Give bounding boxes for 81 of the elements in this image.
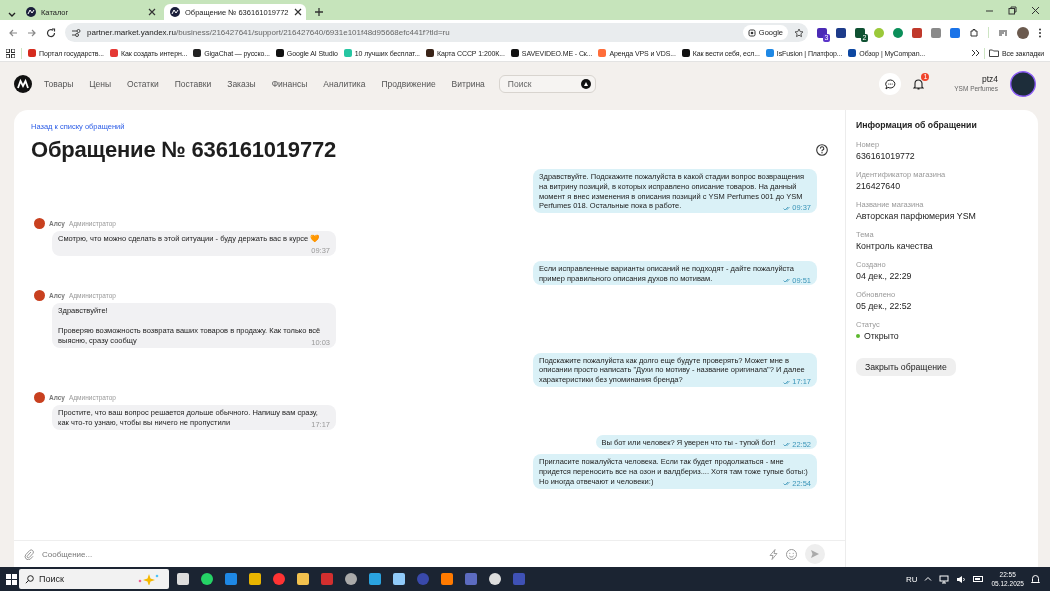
info-heading: Информация об обращении [856, 120, 978, 130]
avatar-icon [34, 218, 45, 230]
user-name: ptz4 [980, 75, 998, 86]
help-icon[interactable] [816, 144, 828, 156]
nav-link[interactable]: Витрина [451, 79, 485, 89]
field-value: 04 дек., 22:29 [856, 271, 913, 281]
bookmark-star-icon[interactable] [794, 27, 804, 38]
network-icon[interactable] [939, 574, 950, 584]
nav-link[interactable]: Товары [44, 79, 74, 89]
reload-icon[interactable] [46, 27, 56, 38]
folder-icon [988, 49, 999, 57]
notifications-bell-icon[interactable] [1031, 574, 1040, 584]
favicon-icon [425, 49, 434, 57]
tray-chevron-icon[interactable] [924, 575, 933, 583]
ticket-title: Обращение № 636161019772 [31, 137, 336, 163]
nav-link[interactable]: Аналитика [323, 79, 366, 89]
field-value: 216427640 [856, 181, 902, 191]
volume-icon[interactable] [956, 574, 967, 584]
nav-link[interactable]: Поставки [174, 79, 212, 89]
favicon-icon [343, 49, 352, 57]
user-avatar-icon[interactable] [1010, 71, 1036, 97]
app-icon[interactable] [201, 573, 213, 585]
paperclip-icon[interactable] [24, 548, 34, 560]
favicon-icon [681, 49, 690, 57]
send-arrow-icon [810, 549, 820, 559]
close-icon[interactable] [148, 8, 156, 16]
favicon-icon [28, 49, 36, 57]
chat-button[interactable] [879, 73, 902, 95]
taskbar-search-field[interactable]: Поиск [19, 569, 169, 589]
battery-icon[interactable] [973, 575, 985, 583]
extension-icon[interactable] [817, 27, 827, 38]
status-value: Открыто [864, 331, 899, 341]
extension-icon[interactable] [836, 27, 846, 38]
favicon-icon [765, 49, 774, 57]
favicon-icon [193, 49, 202, 57]
avatar-icon [34, 391, 45, 403]
new-tab-icon[interactable] [314, 7, 324, 17]
site-settings-icon[interactable] [71, 27, 81, 38]
close-icon[interactable] [293, 8, 302, 16]
apps-grid-icon[interactable] [6, 48, 15, 58]
nav-link[interactable]: Остатки [127, 79, 159, 89]
restore-icon[interactable] [1008, 5, 1017, 15]
nav-link[interactable]: Цены [89, 79, 112, 89]
more-chevrons-icon[interactable] [970, 49, 980, 57]
field-value: 05 дек., 22:52 [856, 301, 913, 311]
windows-logo-icon[interactable] [6, 573, 17, 585]
app-icon[interactable] [345, 573, 357, 585]
nav-link[interactable]: Продвижение [381, 79, 436, 89]
input-language[interactable]: RU [905, 574, 918, 584]
chat-bubble-icon [884, 78, 896, 90]
close-ticket-button[interactable]: Закрыть обращение [856, 358, 956, 376]
forward-icon[interactable] [27, 27, 37, 38]
back-icon[interactable] [8, 27, 18, 38]
bell-icon[interactable] [913, 78, 925, 90]
extension-icon[interactable] [855, 27, 865, 38]
lens-icon [747, 28, 756, 37]
lightning-icon[interactable] [769, 548, 778, 560]
extension-icon[interactable] [912, 27, 922, 38]
tab-favicon-icon [170, 7, 180, 17]
profile-avatar-icon[interactable] [1017, 26, 1029, 39]
avatar-icon [34, 290, 45, 302]
favicon-icon [275, 49, 284, 57]
field-value: Авторская парфюмерия YSM [856, 211, 977, 221]
field-value: 636161019772 [856, 151, 916, 161]
favicon-icon [598, 49, 607, 57]
tab-favicon-icon [26, 7, 36, 17]
close-icon[interactable] [1031, 5, 1040, 15]
nav-link[interactable]: Финансы [271, 79, 308, 89]
extensions-puzzle-icon[interactable] [969, 27, 979, 38]
favicon-icon [109, 49, 118, 57]
market-logo-icon[interactable] [14, 75, 32, 93]
favicon-icon [848, 49, 857, 57]
search-field[interactable]: Поиск [498, 75, 596, 93]
extension-icon[interactable] [950, 27, 960, 38]
app-icon[interactable] [489, 573, 501, 585]
favicon-icon [510, 49, 519, 57]
field-value: Контроль качества [856, 241, 934, 251]
media-control-icon[interactable] [998, 27, 1008, 38]
nav-link[interactable]: Заказы [227, 79, 256, 89]
smiley-icon[interactable] [786, 548, 797, 560]
menu-icon[interactable] [1038, 27, 1042, 38]
